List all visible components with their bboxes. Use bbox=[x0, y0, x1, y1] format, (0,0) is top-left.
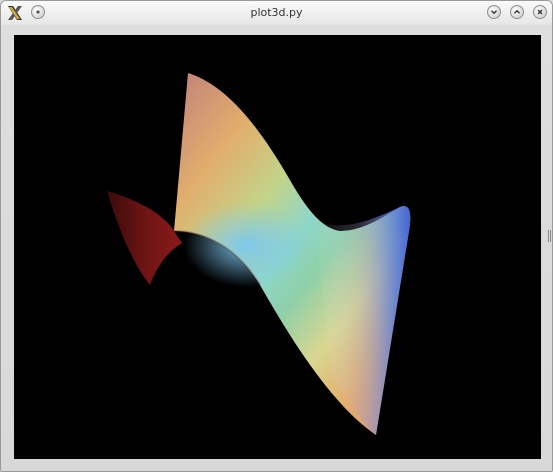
surface-right-edge bbox=[314, 206, 411, 435]
surface-highlight bbox=[184, 203, 308, 287]
resize-grip-icon[interactable] bbox=[548, 230, 551, 242]
minimize-button[interactable] bbox=[487, 5, 501, 19]
plot-canvas[interactable] bbox=[14, 35, 541, 459]
chevron-up-icon bbox=[514, 9, 520, 14]
titlebar[interactable]: plot3d.py bbox=[1, 1, 552, 25]
maximize-button[interactable] bbox=[510, 5, 524, 19]
surface-plot bbox=[107, 73, 411, 435]
app-window: plot3d.py bbox=[0, 0, 553, 472]
close-button[interactable] bbox=[533, 5, 547, 19]
window-title: plot3d.py bbox=[250, 6, 303, 19]
close-icon bbox=[537, 9, 543, 15]
chevron-down-icon bbox=[491, 10, 497, 15]
surface-back-fold bbox=[107, 191, 182, 285]
